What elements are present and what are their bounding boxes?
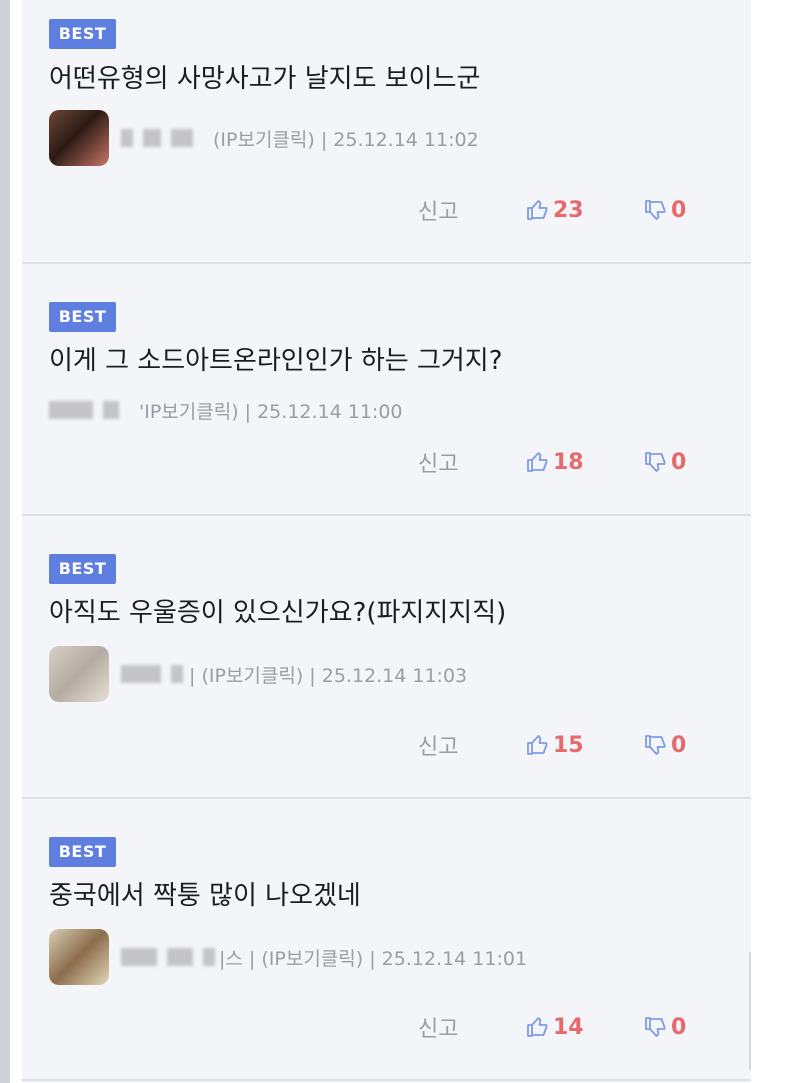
best-badge: BEST [49,554,116,584]
dislike-button[interactable]: 0 [644,450,686,475]
dislike-count: 0 [671,732,687,758]
comment-meta: | (IP보기클릭) | 25.12.14 11:03 [49,646,467,702]
avatar[interactable] [49,929,109,985]
masked-username [203,948,215,966]
comment-meta: (IP보기클릭) | 25.12.14 11:02 [49,110,479,166]
like-button[interactable]: 23 [526,198,644,223]
dislike-button[interactable]: 0 [644,733,686,758]
comment-item: BEST 어떤유형의 사망사고가 날지도 보이느군 (IP보기클릭) | 25.… [22,0,751,264]
thumbs-down-icon [645,1017,666,1037]
masked-username [121,665,161,683]
comment-text: 아직도 우울증이 있으신가요?(파지지지직) [49,598,507,628]
comment-meta-text[interactable]: 'IP보기클릭) | 25.12.14 11:00 [139,397,403,424]
masked-username [167,948,193,966]
dislike-button[interactable]: 0 [644,198,686,223]
thumbs-up-icon [527,452,548,472]
report-button[interactable]: 신고 [418,194,526,226]
comment-meta: 'IP보기클릭) | 25.12.14 11:00 [49,382,403,438]
comment-text: 어떤유형의 사망사고가 날지도 보이느군 [49,64,481,94]
comment-item: BEST 중국에서 짝퉁 많이 나오겠네 |스 | (IP보기클릭) | 25.… [22,799,751,1081]
dislike-count: 0 [671,449,687,475]
comment-text: 이게 그 소드아트온라인인가 하는 그거지? [49,346,503,376]
comment-item: BEST 이게 그 소드아트온라인인가 하는 그거지? 'IP보기클릭) | 2… [22,264,751,516]
like-button[interactable]: 14 [526,1015,644,1040]
masked-username [121,948,157,966]
masked-username [121,129,133,147]
thumbs-up-icon [527,200,548,220]
dislike-button[interactable]: 0 [644,1015,686,1040]
scrollbar[interactable] [749,952,751,1070]
comment-meta-text[interactable]: | (IP보기클릭) | 25.12.14 11:03 [189,661,467,688]
avatar[interactable] [49,646,109,702]
avatar[interactable] [49,110,109,166]
comment-actions: 신고 23 0 [418,190,738,230]
best-badge: BEST [49,302,116,332]
thumbs-down-icon [645,735,666,755]
best-badge: BEST [49,837,116,867]
comment-item: BEST 아직도 우울증이 있으신가요?(파지지지직) | (IP보기클릭) |… [22,516,751,799]
dislike-count: 0 [671,197,687,223]
comment-text: 중국에서 짝퉁 많이 나오겠네 [49,881,361,911]
masked-username [171,129,193,147]
masked-username [171,665,183,683]
comment-actions: 신고 18 0 [418,442,738,482]
masked-username [143,129,161,147]
best-badge: BEST [49,19,116,49]
like-count: 14 [553,1014,584,1040]
like-count: 18 [553,449,584,475]
thumbs-up-icon [527,1017,548,1037]
comment-actions: 신고 14 0 [418,1007,738,1047]
like-button[interactable]: 15 [526,733,644,758]
dislike-count: 0 [671,1014,687,1040]
comment-meta-text[interactable]: |스 | (IP보기클릭) | 25.12.14 11:01 [219,944,527,971]
page-edge [0,0,10,1083]
like-count: 23 [553,197,584,223]
report-button[interactable]: 신고 [418,446,526,478]
comment-meta-text[interactable]: (IP보기클릭) | 25.12.14 11:02 [213,125,479,152]
masked-username [103,401,119,419]
masked-username [49,401,93,419]
like-button[interactable]: 18 [526,450,644,475]
report-button[interactable]: 신고 [418,729,526,761]
report-button[interactable]: 신고 [418,1011,526,1043]
thumbs-down-icon [645,200,666,220]
thumbs-up-icon [527,735,548,755]
comment-actions: 신고 15 0 [418,725,738,765]
comment-list: BEST 어떤유형의 사망사고가 날지도 보이느군 (IP보기클릭) | 25.… [22,0,751,1083]
like-count: 15 [553,732,584,758]
thumbs-down-icon [645,452,666,472]
comment-meta: |스 | (IP보기클릭) | 25.12.14 11:01 [49,929,527,985]
